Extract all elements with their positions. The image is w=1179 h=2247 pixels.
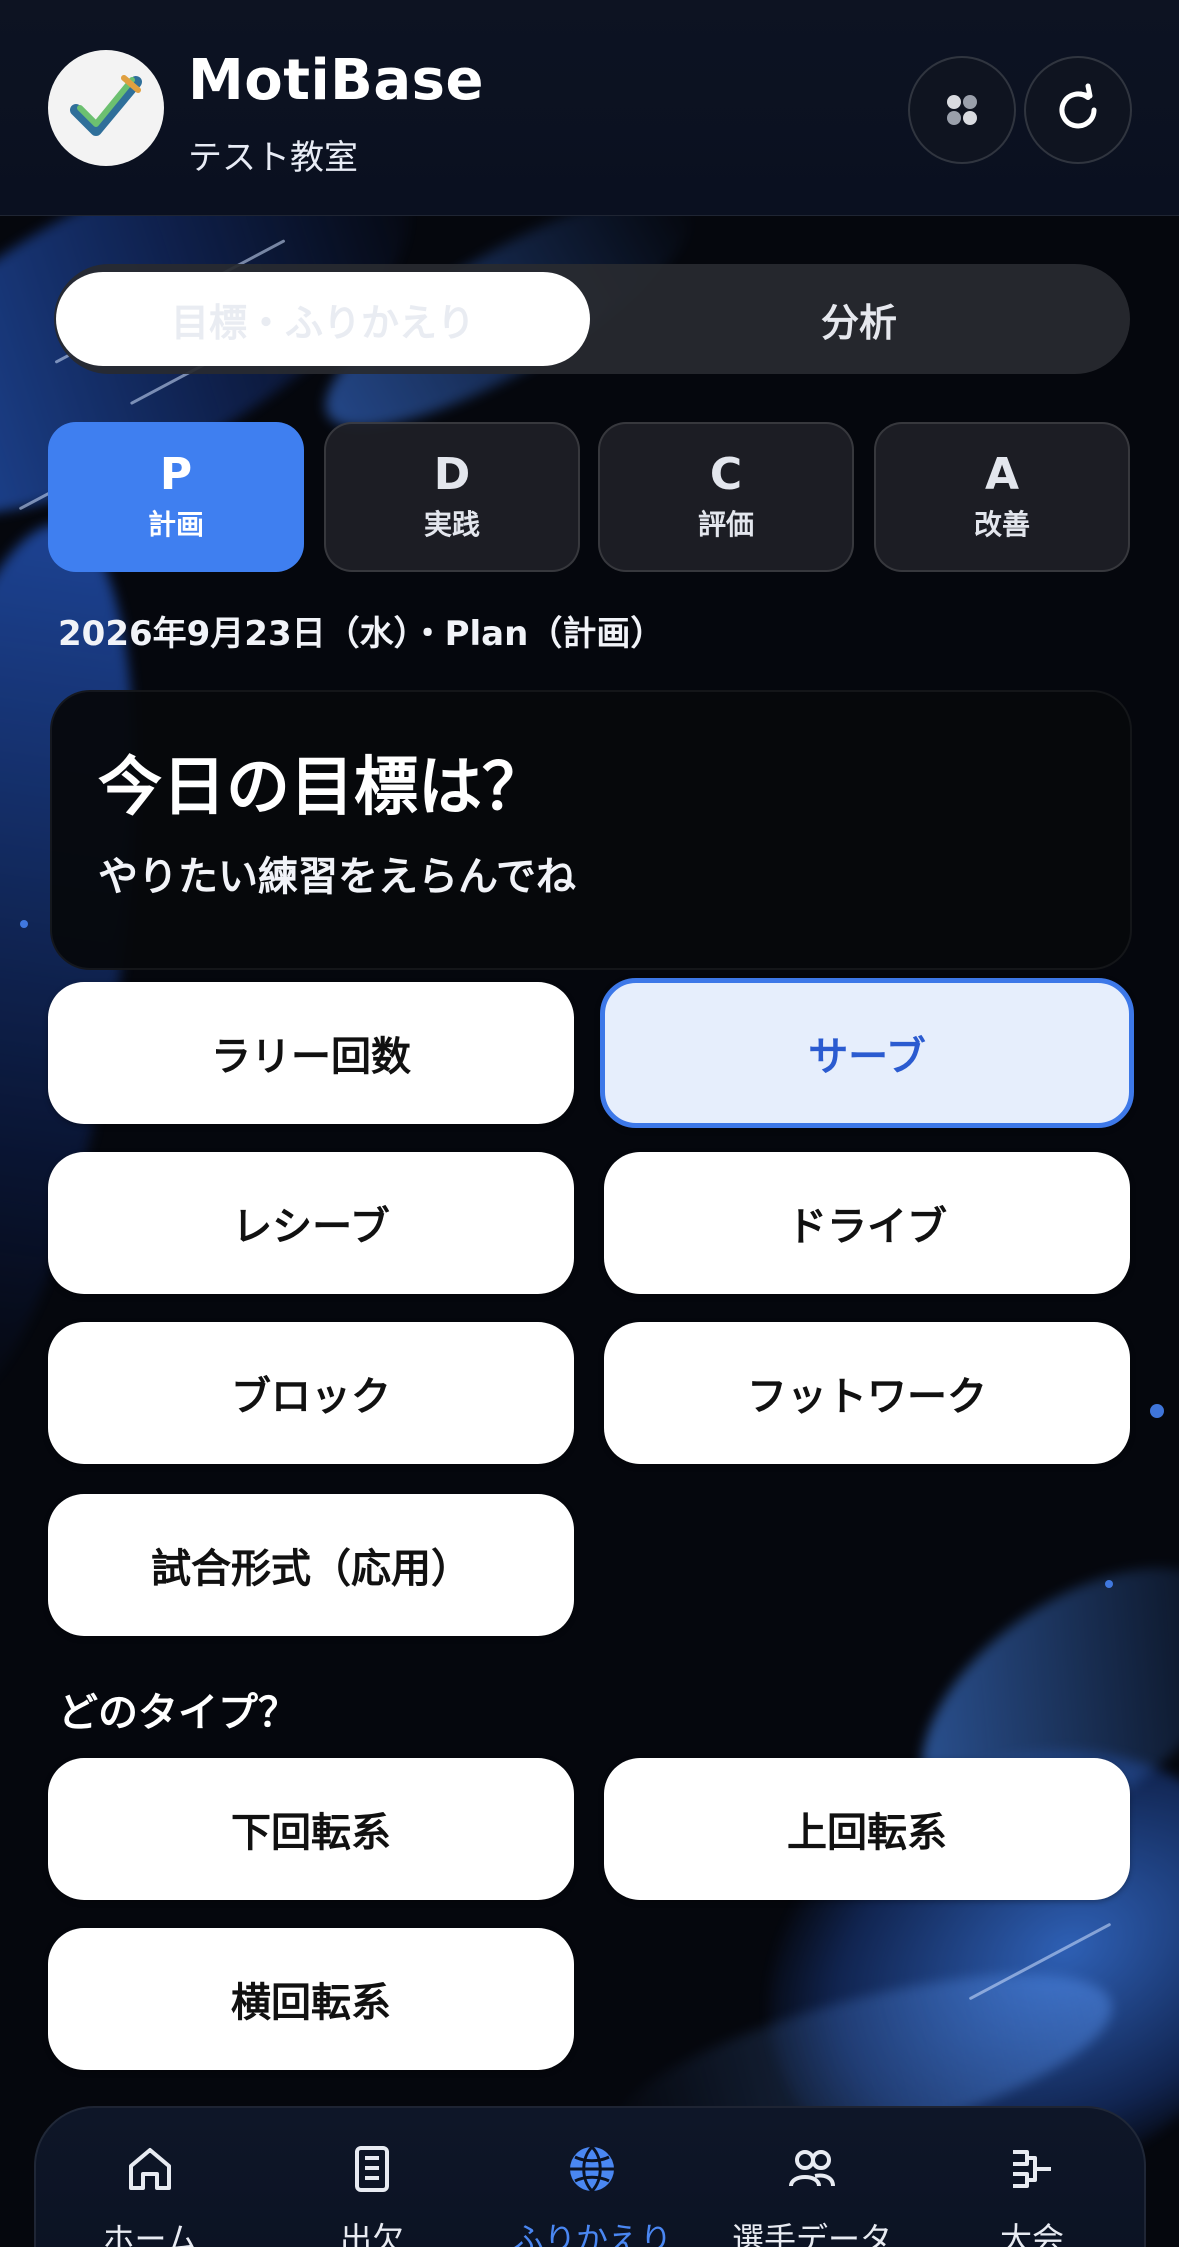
pdca-label: 評価	[697, 508, 754, 542]
attendance-icon	[355, 2146, 389, 2192]
apps-button[interactable]	[908, 56, 1016, 164]
mode-segmented-control: 目標・ふりかえり 分析	[54, 264, 1130, 374]
type-option-topspin[interactable]: 上回転系	[604, 1758, 1130, 1900]
nav-home[interactable]: ホーム	[50, 2142, 250, 2247]
classroom-name: テスト教室	[188, 138, 358, 178]
nav-label: ふりかえり	[511, 2220, 672, 2247]
practice-option-match[interactable]: 試合形式（応用）	[48, 1494, 574, 1636]
pdca-label: 改善	[973, 508, 1030, 542]
refresh-button[interactable]	[1024, 56, 1132, 164]
pdca-letter: A	[984, 448, 1020, 500]
practice-option-footwork[interactable]: フットワーク	[604, 1322, 1130, 1464]
goal-card-title: 今日の目標は？	[98, 751, 546, 825]
pdca-letter: C	[709, 448, 743, 500]
globe-icon	[570, 2145, 614, 2193]
app-name: MotiBase	[188, 48, 484, 113]
practice-option-rally[interactable]: ラリー回数	[48, 982, 574, 1124]
tournament-icon	[1013, 2150, 1051, 2188]
grid-dots-icon	[947, 95, 977, 125]
checkmark-logo-icon	[70, 75, 142, 136]
tab-goals-review[interactable]: 目標・ふりかえり	[56, 272, 590, 366]
nav-tournament[interactable]: 大会	[932, 2142, 1132, 2247]
nav-label: 選手データ	[731, 2220, 892, 2247]
pdca-tab-act[interactable]: A 改善	[874, 422, 1130, 572]
app-logo	[48, 50, 164, 166]
nav-label: 大会	[999, 2220, 1064, 2247]
pdca-letter: P	[159, 448, 193, 500]
pdca-label: 計画	[147, 508, 204, 542]
goal-card-subtitle: やりたい練習をえらんでね	[98, 854, 576, 900]
players-icon	[789, 2150, 835, 2187]
practice-option-block[interactable]: ブロック	[48, 1322, 574, 1464]
practice-option-serve[interactable]: サーブ	[600, 978, 1134, 1128]
pdca-tab-check[interactable]: C 評価	[598, 422, 854, 572]
pdca-tab-do[interactable]: D 実践	[324, 422, 580, 572]
bottom-navigation: ホーム 出欠 ふりかえり 選手データ 大会	[34, 2106, 1146, 2247]
practice-option-receive[interactable]: レシーブ	[48, 1152, 574, 1294]
tab-analysis[interactable]: 分析	[594, 272, 1124, 366]
pdca-letter: D	[433, 448, 471, 500]
nav-review[interactable]: ふりかえり	[492, 2142, 692, 2247]
nav-attendance[interactable]: 出欠	[272, 2142, 472, 2247]
app-root: MotiBase テスト教室 目標・ふりかえり 分析 P 計画 D 実践 C 評…	[0, 0, 1179, 2247]
app-header: MotiBase テスト教室	[0, 0, 1179, 216]
nav-label: ホーム	[102, 2220, 198, 2247]
type-section-title: どのタイプ？	[58, 1690, 298, 1736]
type-option-sidespin[interactable]: 横回転系	[48, 1928, 574, 2070]
pdca-tab-plan[interactable]: P 計画	[48, 422, 304, 572]
nav-player-data[interactable]: 選手データ	[712, 2142, 912, 2247]
type-option-backspin[interactable]: 下回転系	[48, 1758, 574, 1900]
home-icon	[129, 2148, 171, 2190]
goal-card: 今日の目標は？ やりたい練習をえらんでね	[50, 690, 1132, 970]
pdca-label: 実践	[423, 508, 480, 542]
nav-label: 出欠	[339, 2220, 404, 2247]
date-phase-label: 2026年9月23日（水）・Plan（計画）	[58, 614, 665, 654]
practice-option-drive[interactable]: ドライブ	[604, 1152, 1130, 1294]
refresh-icon	[1059, 83, 1097, 129]
